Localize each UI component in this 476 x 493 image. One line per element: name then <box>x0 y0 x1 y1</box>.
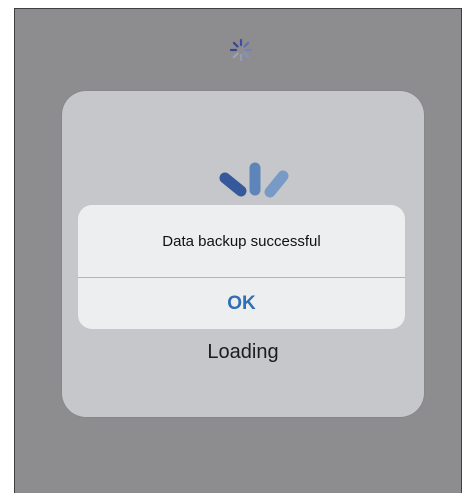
ok-button[interactable]: OK <box>78 278 405 329</box>
screen-frame: Loading Data backup successful OK <box>14 8 462 493</box>
alert-message: Data backup successful <box>162 232 321 250</box>
loading-label: Loading <box>207 341 279 363</box>
alert-dialog: Data backup successful OK <box>78 205 405 329</box>
activity-spinner-icon <box>229 38 253 62</box>
